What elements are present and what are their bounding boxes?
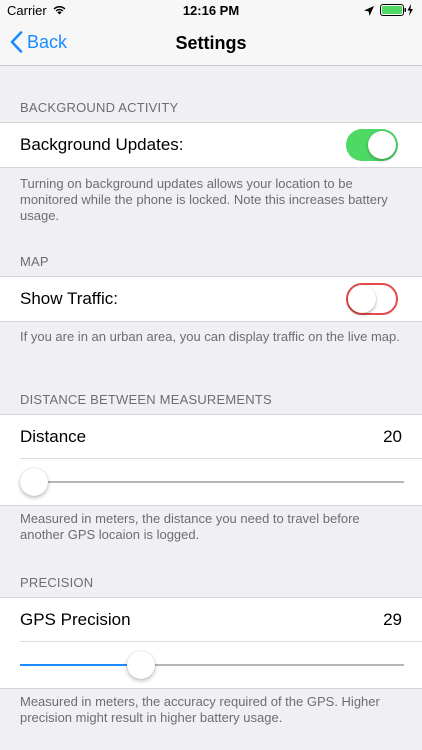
distance-label: Distance bbox=[20, 427, 87, 446]
precision-slider-thumb[interactable] bbox=[126, 651, 155, 679]
chevron-left-icon bbox=[10, 31, 23, 53]
toggle-knob bbox=[368, 131, 396, 159]
status-bar: Carrier 12:16 PM bbox=[0, 0, 422, 22]
distance-slider-thumb[interactable] bbox=[20, 468, 48, 496]
toggle-knob bbox=[348, 285, 376, 313]
distance-cell: Distance 20 bbox=[0, 415, 422, 459]
gps-precision-label: GPS Precision bbox=[20, 610, 131, 629]
background-group: Background Updates: bbox=[0, 122, 422, 168]
navigation-bar: Back Settings bbox=[0, 22, 422, 66]
distance-slider[interactable] bbox=[20, 468, 404, 496]
show-traffic-toggle[interactable] bbox=[346, 283, 398, 315]
back-button[interactable]: Back bbox=[10, 31, 67, 53]
background-footer: Turning on background updates allows you… bbox=[20, 176, 388, 223]
gps-precision-value: 29 bbox=[383, 610, 402, 629]
location-arrow-icon bbox=[364, 4, 374, 19]
show-traffic-cell: Show Traffic: bbox=[0, 277, 422, 321]
precision-group: GPS Precision 29 bbox=[0, 597, 422, 689]
distance-group: Distance 20 bbox=[0, 414, 422, 506]
map-group: Show Traffic: bbox=[0, 276, 422, 322]
section-header-distance: DISTANCE BETWEEN MEASUREMENTS bbox=[20, 392, 272, 407]
precision-footer: Measured in meters, the accuracy require… bbox=[20, 694, 380, 725]
section-header-background: BACKGROUND ACTIVITY bbox=[20, 100, 179, 115]
precision-slider-cell bbox=[0, 642, 422, 688]
precision-slider-fill bbox=[20, 664, 141, 666]
show-traffic-label: Show Traffic: bbox=[20, 289, 118, 308]
distance-slider-cell bbox=[0, 459, 422, 505]
status-right bbox=[364, 4, 414, 19]
background-updates-label: Background Updates: bbox=[20, 135, 184, 154]
precision-slider[interactable] bbox=[20, 651, 404, 679]
map-footer: If you are in an urban area, you can dis… bbox=[20, 329, 400, 344]
battery-charging-icon bbox=[380, 4, 414, 19]
gps-precision-cell: GPS Precision 29 bbox=[0, 598, 422, 642]
background-updates-cell: Background Updates: bbox=[0, 123, 422, 167]
back-label: Back bbox=[27, 31, 68, 52]
section-header-map: MAP bbox=[20, 254, 49, 269]
background-updates-toggle[interactable] bbox=[346, 129, 398, 161]
distance-value: 20 bbox=[383, 427, 402, 446]
status-time: 12:16 PM bbox=[182, 3, 240, 18]
distance-footer: Measured in meters, the distance you nee… bbox=[20, 511, 360, 542]
section-header-precision: PRECISION bbox=[20, 575, 94, 590]
